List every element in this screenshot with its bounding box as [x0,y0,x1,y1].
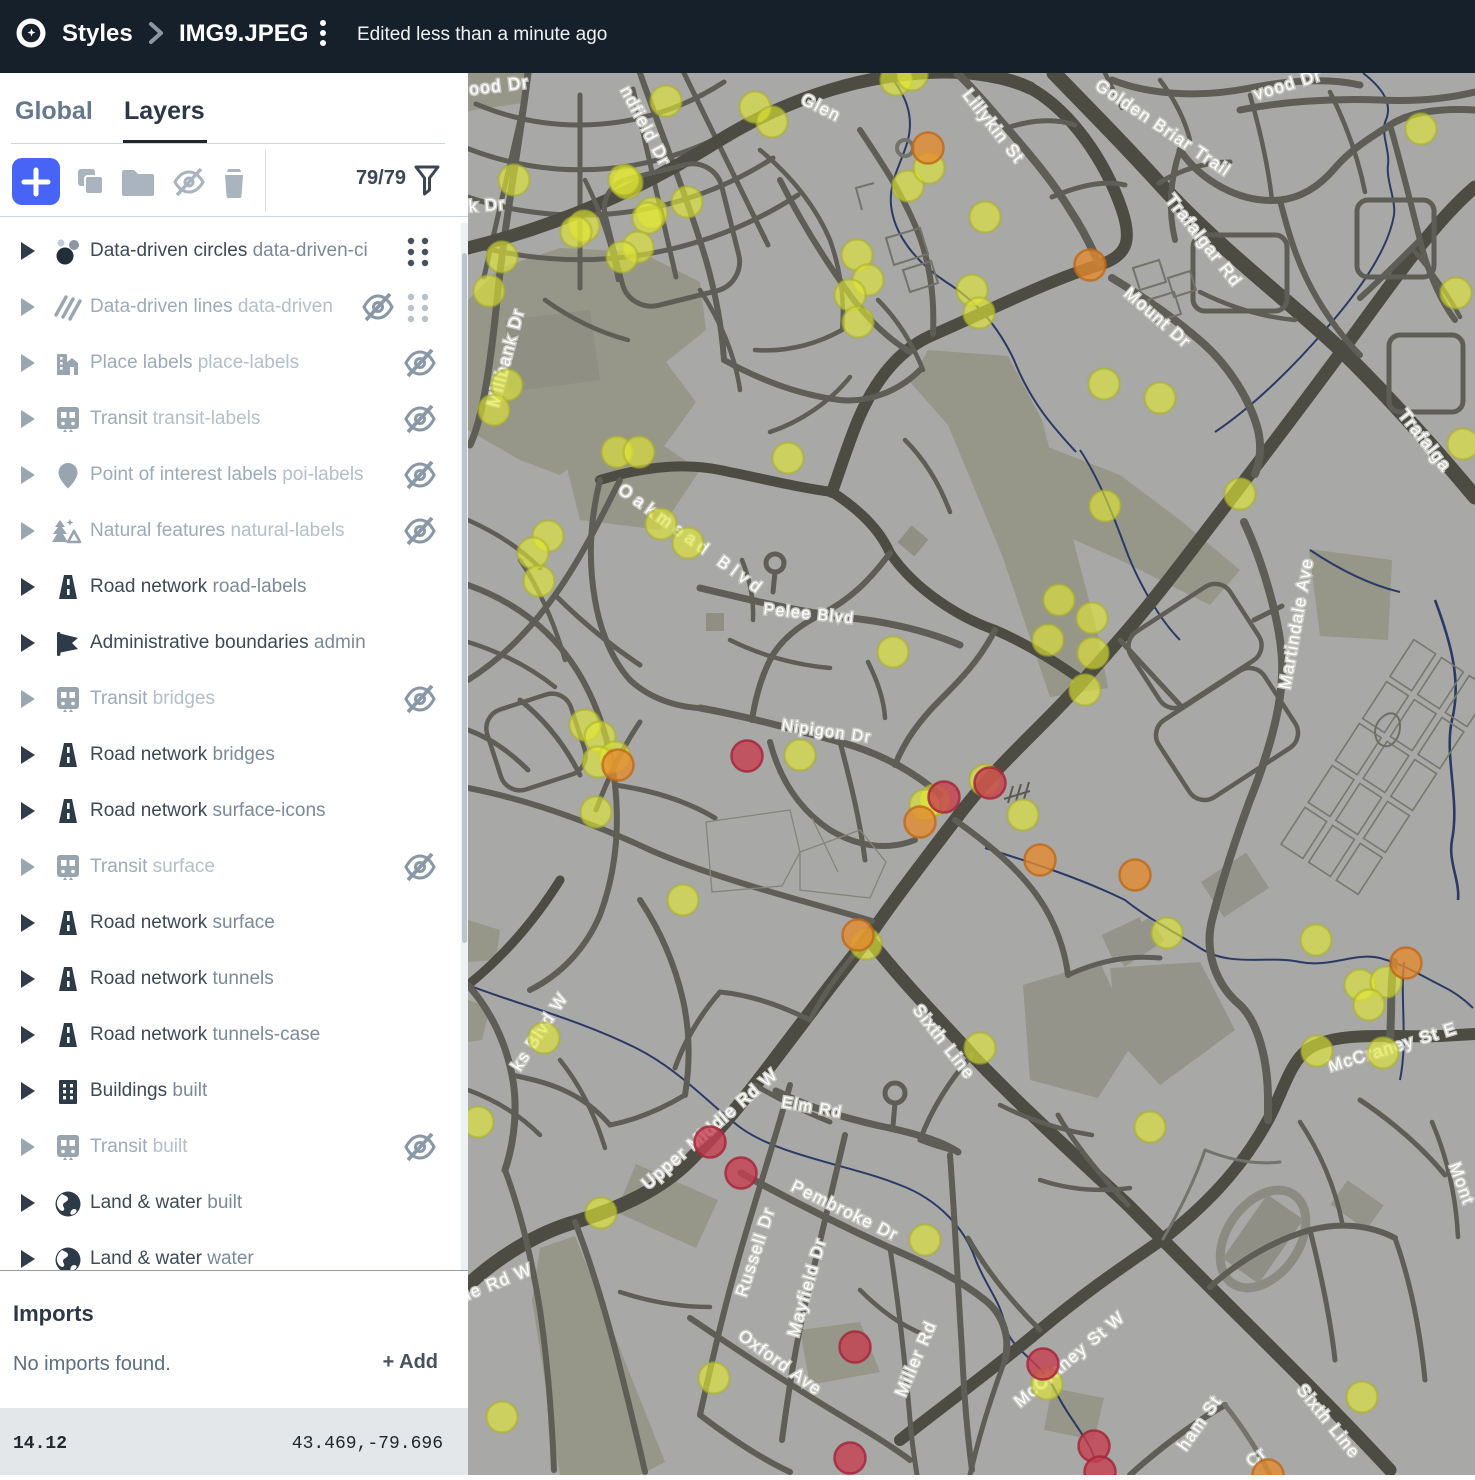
svg-text:Edited less than a minute ago: Edited less than a minute ago [357,24,607,45]
svg-text:IMG9.JPEG: IMG9.JPEG [179,20,308,47]
svg-text:k Dr: k Dr [468,194,506,216]
svg-text:Styles: Styles [62,20,133,47]
